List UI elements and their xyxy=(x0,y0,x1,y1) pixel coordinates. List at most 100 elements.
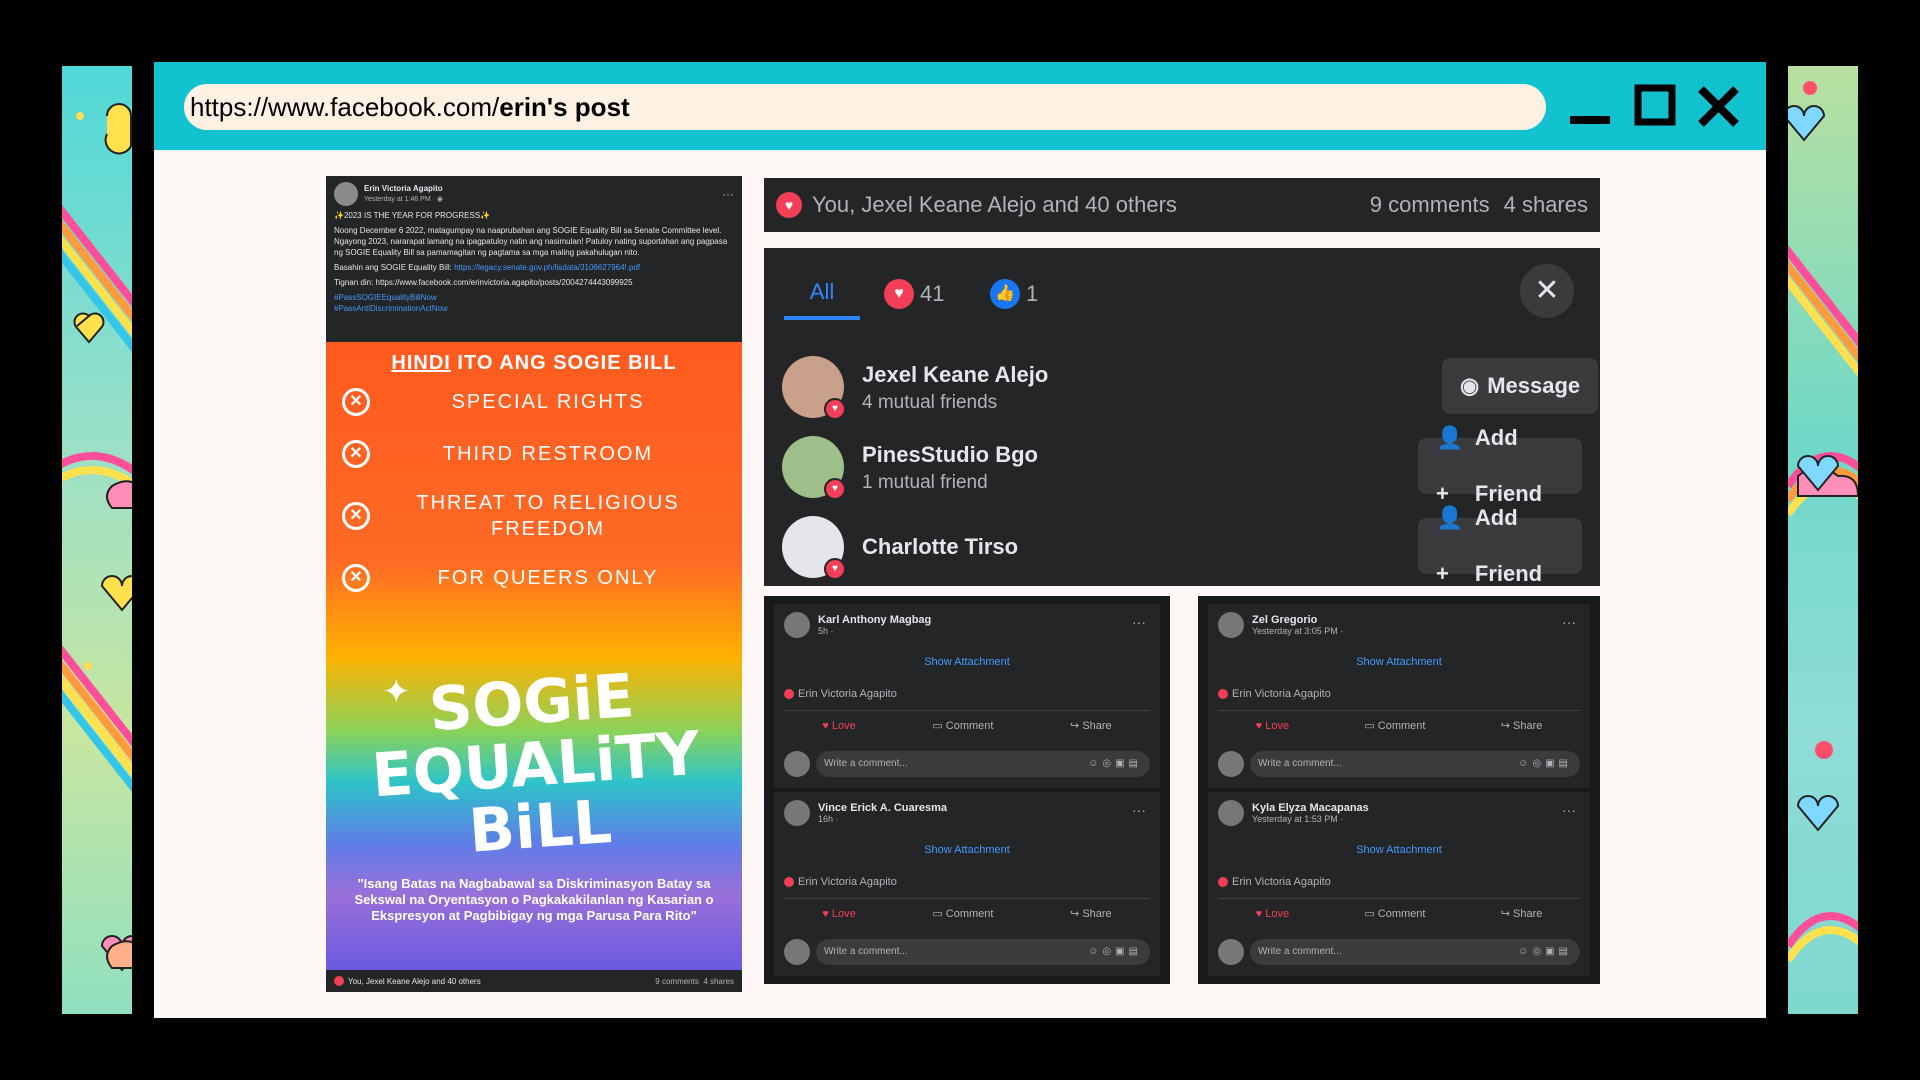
comment-input[interactable]: Write a comment... ☺◎▣▤ xyxy=(816,751,1150,777)
hashtag-link[interactable]: #PassSOGIEEqualityBillNow xyxy=(334,293,437,302)
comment-placeholder: Write a comment... xyxy=(1258,758,1342,769)
post-headline: ✨2023 IS THE YEAR FOR PROGRESS✨ xyxy=(334,211,491,220)
comment-label: Comment xyxy=(945,908,994,920)
mutual-friends: 4 mutual friends xyxy=(862,392,998,413)
add-friend-icon: 👤+ xyxy=(1436,505,1464,586)
love-badge-icon: ♥ xyxy=(824,478,846,500)
comment-button[interactable]: ▭ Comment xyxy=(1364,719,1425,732)
messenger-icon: ◉ xyxy=(1460,373,1480,398)
add-friend-button[interactable]: 👤+ Add Friend xyxy=(1418,425,1582,506)
more-options-icon[interactable]: ··· xyxy=(1562,802,1576,818)
minimize-button[interactable] xyxy=(1568,84,1614,130)
love-button[interactable]: ♥ Love xyxy=(822,908,855,920)
more-options-icon[interactable]: ··· xyxy=(1132,614,1146,630)
love-button[interactable]: ♥ Love xyxy=(822,720,855,732)
love-button[interactable]: ♥ Love xyxy=(1256,720,1289,732)
show-attachment-link[interactable]: Show Attachment xyxy=(774,656,1160,668)
reaction-summary[interactable]: You, Jexel Keane Alejo and 40 others xyxy=(348,977,481,986)
share-button[interactable]: ↪ Share xyxy=(1070,719,1112,732)
love-label: Love xyxy=(831,719,856,732)
comment-button[interactable]: ▭ Comment xyxy=(1364,907,1425,920)
tab-love[interactable]: ♥ 41 xyxy=(884,268,944,320)
show-attachment-link[interactable]: Show Attachment xyxy=(774,844,1160,856)
minimize-icon xyxy=(1570,116,1610,124)
liker-name: Erin Victoria Agapito xyxy=(1232,688,1331,700)
comment-time: Yesterday at 1:53 PM · xyxy=(1252,814,1344,824)
comment-count[interactable]: 9 comments xyxy=(1370,192,1490,217)
poster-title-underlined: HINDI xyxy=(391,352,451,374)
myth-item: ✕ FOR QUEERS ONLY xyxy=(342,558,726,598)
address-bar[interactable]: https://www.facebook.com/erin's post xyxy=(184,84,1546,130)
comment-button[interactable]: ▭ Comment xyxy=(932,719,993,732)
comment-count[interactable]: 9 comments xyxy=(655,977,699,986)
show-attachment-link[interactable]: Show Attachment xyxy=(1208,844,1590,856)
love-button[interactable]: ♥ Love xyxy=(1256,908,1289,920)
avatar[interactable] xyxy=(784,612,810,638)
more-options-icon[interactable]: ··· xyxy=(1562,614,1576,630)
tab-like[interactable]: 👍 1 xyxy=(990,268,1038,320)
close-dialog-button[interactable]: ✕ xyxy=(1520,264,1574,318)
emoji-camera-gif-sticker-icons[interactable]: ☺◎▣▤ xyxy=(1518,751,1572,777)
comment-placeholder: Write a comment... xyxy=(824,758,908,769)
share-label: Share xyxy=(1082,720,1112,732)
share-button[interactable]: ↪ Share xyxy=(1501,907,1543,920)
love-reaction-icon xyxy=(1218,689,1228,699)
love-reaction-icon: ♥ xyxy=(776,192,802,218)
share-count[interactable]: 4 shares xyxy=(703,977,734,986)
sogie-equality-bill-title: SOGiE EQUALiTY BiLL xyxy=(369,661,703,867)
reactor-name[interactable]: PinesStudio Bgo xyxy=(862,442,1038,468)
show-attachment-link[interactable]: Show Attachment xyxy=(1208,656,1590,668)
post-header: Erin Victoria Agapito Yesterday at 1:46 … xyxy=(326,176,742,320)
add-friend-button[interactable]: 👤+ Add Friend xyxy=(1418,505,1582,586)
comment-input[interactable]: Write a comment... ☺◎▣▤ xyxy=(1250,939,1580,965)
post-author[interactable]: Erin Victoria Agapito xyxy=(364,183,443,194)
button-label: Message xyxy=(1487,373,1581,398)
tab-all[interactable]: All xyxy=(784,268,860,320)
close-button[interactable] xyxy=(1696,84,1742,130)
message-button[interactable]: ◉ Message xyxy=(1442,358,1599,414)
hashtag-link[interactable]: #PassAntiDiscriminationActNow xyxy=(334,304,448,313)
rainbow-hearts-pattern xyxy=(62,103,132,972)
commenter-name[interactable]: Vince Erick A. Cuaresma xyxy=(818,802,947,814)
decorative-side-panel-right xyxy=(1788,66,1858,1014)
avatar[interactable] xyxy=(334,182,358,206)
avatar[interactable] xyxy=(784,800,810,826)
emoji-camera-gif-sticker-icons[interactable]: ☺◎▣▤ xyxy=(1088,939,1142,965)
bill-link[interactable]: https://legacy.senate.gov.ph/lisdata/310… xyxy=(454,263,640,272)
commenter-name[interactable]: Karl Anthony Magbag xyxy=(818,614,931,626)
love-badge-icon: ♥ xyxy=(824,558,846,580)
love-badge-icon: ♥ xyxy=(824,398,846,420)
more-options-icon[interactable]: ··· xyxy=(1132,802,1146,818)
more-options-icon[interactable]: ··· xyxy=(722,188,734,200)
rainbow-clouds-pattern xyxy=(1788,81,1858,963)
comment-label: Comment xyxy=(1377,720,1426,732)
share-count[interactable]: 4 shares xyxy=(1504,192,1588,217)
comment-button[interactable]: ▭ Comment xyxy=(932,907,993,920)
share-button[interactable]: ↪ Share xyxy=(1501,719,1543,732)
emoji-camera-gif-sticker-icons[interactable]: ☺◎▣▤ xyxy=(1088,751,1142,777)
x-circle-icon: ✕ xyxy=(342,564,370,592)
x-circle-icon: ✕ xyxy=(342,502,370,530)
x-circle-icon: ✕ xyxy=(342,388,370,416)
reactor-name[interactable]: Charlotte Tirso xyxy=(862,534,1018,560)
reactor-name[interactable]: Jexel Keane Alejo xyxy=(862,362,1048,388)
comment-input[interactable]: Write a comment... ☺◎▣▤ xyxy=(816,939,1150,965)
liker-name: Erin Victoria Agapito xyxy=(798,876,897,888)
poster-quote: "Isang Batas na Nagbabawal sa Diskrimina… xyxy=(354,876,714,923)
maximize-button[interactable] xyxy=(1632,84,1678,130)
poster-title-rest: ITO ANG SOGIE BILL xyxy=(450,352,677,374)
commenter-name[interactable]: Zel Gregorio xyxy=(1252,614,1343,626)
comment-input[interactable]: Write a comment... ☺◎▣▤ xyxy=(1250,751,1580,777)
post-body: ✨2023 IS THE YEAR FOR PROGRESS✨ Noong De… xyxy=(334,210,734,314)
commenter-name[interactable]: Kyla Elyza Macapanas xyxy=(1252,802,1369,814)
love-reaction-icon xyxy=(1218,877,1228,887)
avatar[interactable] xyxy=(1218,800,1244,826)
emoji-camera-gif-sticker-icons[interactable]: ☺◎▣▤ xyxy=(1518,939,1572,965)
see-also-line[interactable]: Tignan din: https://www.facebook.com/eri… xyxy=(334,277,734,288)
post-image[interactable]: HINDI ITO ANG SOGIE BILL ✕ SPECIAL RIGHTS… xyxy=(326,342,742,970)
avatar[interactable] xyxy=(1218,612,1244,638)
reaction-summary[interactable]: You, Jexel Keane Alejo and 40 others xyxy=(812,192,1177,218)
share-label: Share xyxy=(1513,720,1543,732)
reactions-dialog: All ♥ 41 👍 1 ✕ ♥ Jexel Keane Alejo 4 mutua… xyxy=(764,248,1600,586)
share-button[interactable]: ↪ Share xyxy=(1070,907,1112,920)
